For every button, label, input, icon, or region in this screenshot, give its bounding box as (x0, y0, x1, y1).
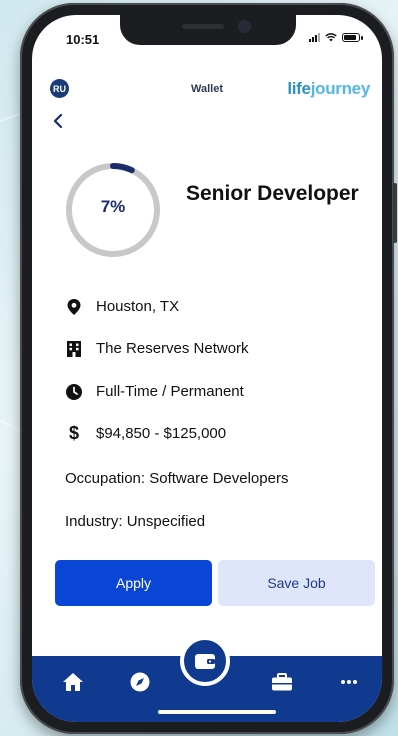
speaker-grille (182, 24, 224, 29)
notch (120, 15, 296, 45)
camera-icon (240, 22, 249, 31)
status-time: 10:51 (66, 32, 100, 47)
wallet-tab-button[interactable] (180, 636, 230, 686)
more-icon[interactable] (338, 671, 360, 693)
app-screen: 10:51 RU Wallet lifejourney 7% Senior De… (32, 15, 382, 722)
lifejourney-logo: lifejourney (287, 79, 370, 98)
location-row: Houston, TX (66, 298, 179, 315)
wallet-icon (195, 654, 215, 669)
back-button[interactable] (53, 112, 63, 133)
briefcase-icon[interactable] (271, 671, 293, 693)
building-icon (66, 340, 82, 357)
home-indicator (158, 710, 276, 714)
match-percent: 7% (100, 197, 126, 216)
app-header: RU Wallet lifejourney (32, 70, 382, 100)
chevron-left-icon (53, 113, 63, 129)
dollar-icon: $ (68, 423, 79, 443)
battery-icon (342, 32, 363, 42)
occupation-label: Occupation: (65, 470, 146, 487)
match-progress-ring: 7% (64, 161, 162, 259)
job-title: Senior Developer (186, 182, 359, 205)
power-button (393, 183, 397, 243)
job-location: Houston, TX (96, 298, 180, 315)
apply-button[interactable]: Apply (55, 560, 212, 606)
occupation-value: Software Developers (149, 470, 289, 487)
employment-type: Full-Time / Permanent (96, 383, 244, 400)
company-row: The Reserves Network (66, 340, 249, 357)
phone-frame: 10:51 RU Wallet lifejourney 7% Senior De… (20, 3, 397, 734)
industry-line: Industry: Unspecified (65, 513, 205, 530)
industry-value: Unspecified (126, 513, 206, 530)
signal-icon (309, 32, 320, 42)
compass-icon[interactable] (129, 671, 151, 693)
salary-range: $94,850 - $125,000 (96, 425, 227, 442)
company-name: The Reserves Network (96, 340, 249, 357)
home-icon[interactable] (62, 671, 84, 693)
status-icons (309, 32, 363, 42)
occupation-line: Occupation: Software Developers (65, 470, 288, 487)
clock-icon (66, 383, 82, 400)
industry-label: Industry: (65, 513, 123, 530)
save-job-button[interactable]: Save Job (218, 560, 375, 606)
wifi-icon (325, 32, 337, 41)
salary-row: $ $94,850 - $125,000 (66, 423, 227, 443)
employment-type-row: Full-Time / Permanent (66, 383, 244, 400)
map-pin-icon (66, 298, 82, 315)
bottom-tab-bar (32, 636, 382, 722)
